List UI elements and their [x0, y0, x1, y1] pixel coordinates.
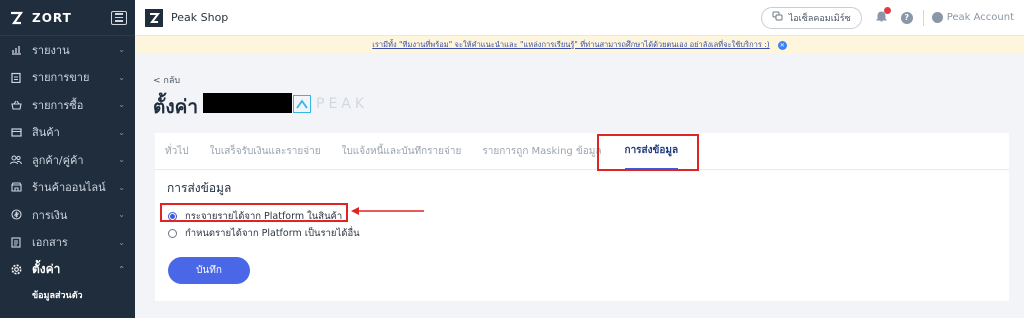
- basket-icon: [10, 99, 22, 111]
- sidebar-item-label: รายการขาย: [32, 71, 90, 85]
- peak-logo: PEAK: [293, 95, 368, 113]
- page-title: ตั้งค่า: [153, 96, 198, 118]
- connect-commerce-label: ไอเซ็ลคอมเมิร์ซ: [788, 13, 851, 24]
- sidebar-item-label: รายงาน: [32, 43, 70, 57]
- top-bar: Peak Shop ไอเซ็ลคอมเมิร์ซ ? Peak Account: [135, 0, 1024, 36]
- menu-toggle-icon[interactable]: [111, 10, 127, 25]
- box-icon: [10, 126, 22, 138]
- tab-general[interactable]: ทั่วไป: [165, 133, 189, 170]
- sidebar-item-products[interactable]: สินค้า ⌄: [0, 119, 135, 147]
- close-icon[interactable]: ✕: [777, 40, 787, 50]
- sidebar-item-settings[interactable]: ตั้งค่า ⌃: [0, 256, 135, 284]
- notification-dot: [883, 7, 891, 14]
- sidebar-item-sales[interactable]: รายการขาย ⌄: [0, 64, 135, 92]
- clipboard-icon: [10, 71, 22, 83]
- tab-receipts-expenses[interactable]: ใบเสร็จรับเงินและรายจ่าย: [210, 133, 321, 170]
- peak-logo-word: PEAK: [316, 96, 369, 112]
- highlight-box-tab: [597, 134, 699, 171]
- save-button[interactable]: บันทึก: [168, 257, 250, 284]
- sidebar-item-purchase[interactable]: รายการซื้อ ⌄: [0, 91, 135, 119]
- tab-invoices-expense-records[interactable]: ใบแจ้งหนี้และบันทึกรายจ่าย: [342, 133, 462, 170]
- account-menu[interactable]: Peak Account: [931, 12, 1014, 23]
- chevron-down-icon: ⌄: [118, 182, 125, 192]
- chevron-up-icon: ⌃: [118, 265, 125, 275]
- chevron-down-icon: ⌄: [118, 237, 125, 247]
- brand-header: ZORT: [0, 0, 135, 36]
- chevron-down-icon: ⌄: [118, 210, 125, 220]
- highlight-box-option: [160, 203, 348, 222]
- chat-icon: [772, 11, 783, 24]
- redacted-block: [203, 93, 292, 113]
- chevron-down-icon: ⌄: [118, 72, 125, 82]
- chevron-down-icon: ⌄: [118, 127, 125, 137]
- chart-icon: [10, 44, 22, 56]
- sidebar-item-label: รายการซื้อ: [32, 98, 84, 112]
- store-icon: [10, 181, 22, 193]
- section-title: การส่งข้อมูล: [167, 181, 232, 195]
- help-icon[interactable]: ?: [900, 11, 913, 24]
- header-divider: [922, 9, 924, 26]
- document-icon: [10, 236, 22, 248]
- users-icon: [10, 154, 22, 166]
- settings-tabs: ทั่วไป ใบเสร็จรับเงินและรายจ่าย ใบแจ้งหน…: [155, 133, 1009, 170]
- notice-text[interactable]: เรามีทั้ง "ทีมงานที่พร้อม" จะให้คำแนะนำแ…: [372, 39, 769, 51]
- sidebar-item-report[interactable]: รายงาน ⌄: [0, 36, 135, 64]
- peak-logo-icon: [293, 95, 311, 113]
- money-icon: [10, 209, 22, 221]
- notification-bell-icon[interactable]: [875, 7, 891, 25]
- back-link[interactable]: < กลับ: [153, 73, 180, 87]
- connect-commerce-button[interactable]: ไอเซ็ลคอมเมิร์ซ: [760, 6, 862, 29]
- annotation-arrow-icon: [351, 207, 424, 215]
- avatar-icon: [931, 12, 943, 23]
- sidebar-subitem-profile[interactable]: ข้อมูลส่วนตัว: [0, 284, 135, 306]
- chevron-down-icon: ⌄: [118, 155, 125, 165]
- chevron-down-icon: ⌄: [118, 100, 125, 110]
- sidebar-item-documents[interactable]: เอกสาร ⌄: [0, 229, 135, 257]
- sidebar-item-label: เอกสาร: [32, 236, 68, 250]
- shop-logo-icon: [145, 8, 163, 27]
- sidebar-item-finance[interactable]: การเงิน ⌄: [0, 201, 135, 229]
- brand-name: ZORT: [32, 10, 72, 25]
- sidebar-item-customers[interactable]: ลูกค้า/คู่ค้า ⌄: [0, 146, 135, 174]
- option-label: กำหนดรายได้จาก Platform เป็นรายได้อื่น: [185, 228, 360, 239]
- gear-icon: [10, 264, 22, 276]
- sidebar-item-label: การเงิน: [32, 208, 68, 222]
- sidebar-item-label: ร้านค้าออนไลน์: [32, 181, 106, 195]
- notice-banner: เรามีทั้ง "ทีมงานที่พร้อม" จะให้คำแนะนำแ…: [135, 36, 1024, 54]
- zort-logo-icon: [8, 10, 24, 26]
- radio-unselected[interactable]: [168, 229, 177, 238]
- sidebar-item-label: ตั้งค่า: [32, 262, 61, 277]
- sidebar-item-label: ลูกค้า/คู่ค้า: [32, 153, 84, 167]
- chevron-down-icon: ⌄: [118, 45, 125, 55]
- tab-masked-items[interactable]: รายการถูก Masking ข้อมูล: [482, 133, 601, 170]
- sidebar: ZORT รายงาน ⌄ รายการขาย ⌄ รายการซื้อ ⌄ ส…: [0, 0, 135, 318]
- sidebar-item-label: สินค้า: [32, 126, 60, 140]
- option-other-revenue[interactable]: กำหนดรายได้จาก Platform เป็นรายได้อื่น: [168, 226, 360, 241]
- account-label: Peak Account: [946, 12, 1014, 23]
- sidebar-nav: รายงาน ⌄ รายการขาย ⌄ รายการซื้อ ⌄ สินค้า…: [0, 36, 135, 284]
- shop-name[interactable]: Peak Shop: [171, 11, 228, 24]
- sidebar-item-online-store[interactable]: ร้านค้าออนไลน์ ⌄: [0, 174, 135, 202]
